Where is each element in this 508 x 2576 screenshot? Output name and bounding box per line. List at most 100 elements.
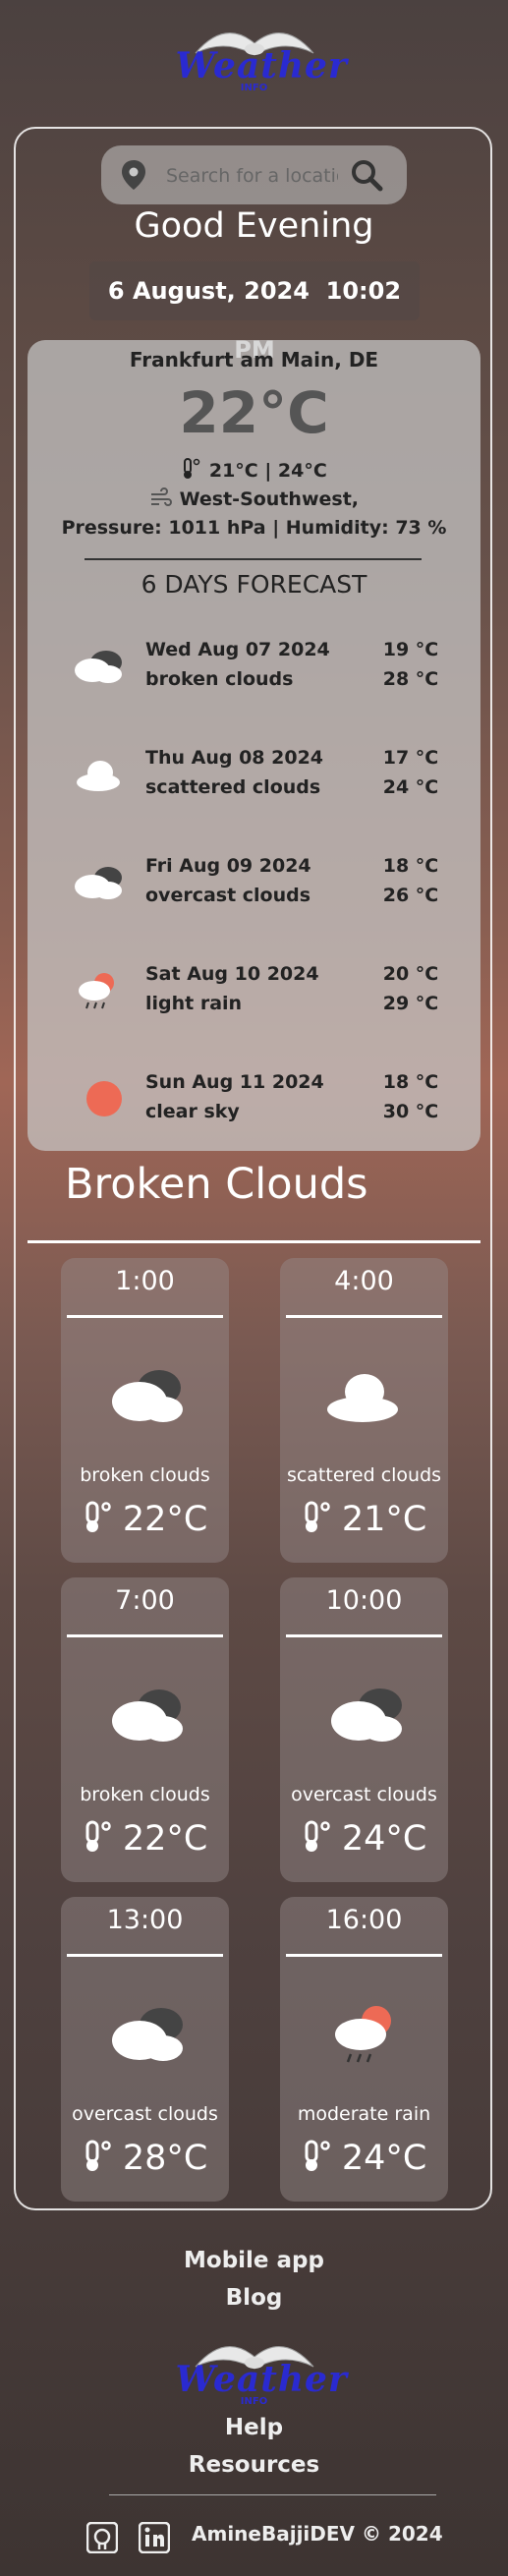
divider — [67, 1315, 223, 1318]
pressure-humidity: Pressure: 1011 hPa | Humidity: 73 % — [61, 517, 447, 539]
hourly-temp: 21°C — [341, 1500, 427, 1539]
hourly-card[interactable]: 7:00 broken clouds 22°C — [61, 1577, 229, 1882]
hourly-temp-row: 22°C — [61, 1819, 229, 1859]
hourly-desc: overcast clouds — [291, 1784, 437, 1805]
city-name: Frankfurt am Main, DE — [129, 348, 379, 372]
hourly-desc: broken clouds — [80, 1784, 210, 1805]
clear-sky-icon — [86, 1081, 122, 1116]
hourly-temp: 24°C — [341, 2139, 427, 2178]
footer-link-resources[interactable]: Resources — [0, 2452, 508, 2478]
overcast-clouds-icon — [112, 2008, 183, 2061]
hourly-card[interactable]: 10:00 overcast clouds 24°C — [280, 1577, 448, 1882]
hourly-temp-row: 22°C — [61, 1500, 229, 1539]
hourly-temp: 22°C — [122, 1819, 208, 1859]
thermometer-low-icon — [184, 458, 200, 479]
divider — [67, 1634, 223, 1637]
forecast-date: Thu Aug 08 2024 — [145, 747, 324, 769]
forecast-max: 28 °C — [382, 668, 439, 690]
footer-link-help[interactable]: Help — [0, 2415, 508, 2440]
hourly-card[interactable]: 1:00 broken clouds 22°C — [61, 1258, 229, 1563]
forecast-date: Wed Aug 07 2024 — [145, 639, 330, 660]
forecast-date: Fri Aug 09 2024 — [145, 855, 311, 877]
min-max-row: 21°C | 24°C — [28, 458, 480, 482]
scattered-clouds-icon — [327, 1374, 398, 1422]
hourly-temp: 24°C — [341, 1819, 427, 1859]
forecast-min: 18 °C — [382, 855, 439, 877]
rain-icon — [335, 2006, 391, 2063]
linkedin-icon[interactable] — [139, 2522, 170, 2553]
divider — [85, 558, 422, 560]
logo-subtext: INFO — [240, 2396, 268, 2407]
forecast-min: 17 °C — [382, 747, 439, 769]
forecast-max: 24 °C — [382, 776, 439, 798]
footer-logo[interactable]: Weather INFO — [175, 2327, 348, 2407]
thermometer-icon — [305, 2140, 330, 2171]
hourly-temp: 22°C — [122, 1500, 208, 1539]
hourly-card[interactable]: 4:00 scattered clouds 21°C — [280, 1258, 448, 1563]
wind-icon — [151, 487, 172, 506]
app-logo[interactable]: Weather INFO — [176, 14, 347, 93]
search-icon[interactable] — [349, 157, 384, 193]
hourly-card[interactable]: 16:00 moderate rain 24°C — [280, 1897, 448, 2202]
location-pin-icon[interactable] — [121, 159, 146, 191]
hourly-temp: 28°C — [122, 2139, 208, 2178]
divider — [286, 1634, 442, 1637]
rain-icon — [79, 973, 114, 1009]
forecast-date: Sun Aug 11 2024 — [145, 1071, 324, 1093]
overcast-clouds-icon — [331, 1689, 402, 1742]
forecast-date: Sat Aug 10 2024 — [145, 963, 319, 985]
hourly-time: 16:00 — [325, 1905, 403, 1935]
forecast-day: Sat Aug 10 2024 light rain 20 °C 29 °C — [28, 959, 480, 1028]
divider — [286, 1315, 442, 1318]
forecast-day: Sun Aug 11 2024 clear sky 18 °C 30 °C — [28, 1067, 480, 1136]
greeting-text: Good Evening — [134, 206, 374, 246]
hourly-temp-row: 24°C — [280, 2139, 448, 2178]
thermometer-icon — [85, 2140, 111, 2171]
current-date: 6 August, 2024 — [107, 277, 310, 305]
divider — [28, 1240, 480, 1243]
condition-title: Broken Clouds — [65, 1160, 368, 1209]
footer-link-mobile-app[interactable]: Mobile app — [0, 2248, 508, 2273]
forecast-min: 19 °C — [382, 639, 439, 660]
forecast-desc: broken clouds — [145, 668, 294, 690]
wind-row: West-Southwest, — [28, 487, 480, 510]
hourly-time: 1:00 — [115, 1266, 175, 1296]
hourly-desc: overcast clouds — [72, 2103, 218, 2125]
current-temperature: 22°C — [179, 379, 329, 446]
github-icon[interactable] — [86, 2522, 118, 2553]
forecast-min: 20 °C — [382, 963, 439, 985]
logo-subtext: INFO — [240, 83, 268, 93]
thermometer-icon — [85, 1820, 111, 1852]
scattered-clouds-icon — [77, 761, 120, 791]
forecast-title: 6 DAYS FORECAST — [141, 570, 367, 599]
forecast-desc: overcast clouds — [145, 885, 311, 906]
hourly-card[interactable]: 13:00 overcast clouds 28°C — [61, 1897, 229, 2202]
hourly-time: 10:00 — [325, 1585, 403, 1616]
forecast-max: 30 °C — [382, 1101, 439, 1122]
hourly-temp-row: 28°C — [61, 2139, 229, 2178]
search-bar — [101, 145, 407, 204]
copyright: AmineBajjiDEV © 2024 — [192, 2522, 443, 2546]
footer-divider — [109, 2494, 436, 2495]
hourly-temp-row: 24°C — [280, 1819, 448, 1859]
overcast-clouds-icon — [75, 867, 122, 899]
wind-direction: West-Southwest, — [179, 488, 359, 510]
divider — [286, 1954, 442, 1957]
forecast-day: Thu Aug 08 2024 scattered clouds 17 °C 2… — [28, 743, 480, 812]
logo-text: Weather — [175, 2359, 348, 2400]
forecast-max: 29 °C — [382, 993, 439, 1014]
footer-link-blog[interactable]: Blog — [0, 2285, 508, 2311]
forecast-max: 26 °C — [382, 885, 439, 906]
current-weather-card: Frankfurt am Main, DE 22°C 21°C | 24°C W… — [28, 340, 480, 1151]
broken-clouds-icon — [75, 651, 122, 683]
search-input[interactable] — [164, 161, 340, 191]
hourly-time: 13:00 — [106, 1905, 184, 1935]
broken-clouds-icon — [112, 1370, 183, 1422]
forecast-desc: scattered clouds — [145, 776, 321, 798]
min-max-text: 21°C | 24°C — [208, 460, 327, 482]
hourly-desc: broken clouds — [80, 1464, 210, 1486]
thermometer-icon — [305, 1820, 330, 1852]
forecast-desc: light rain — [145, 993, 243, 1014]
hourly-time: 7:00 — [115, 1585, 175, 1616]
hourly-desc: scattered clouds — [286, 1464, 442, 1486]
